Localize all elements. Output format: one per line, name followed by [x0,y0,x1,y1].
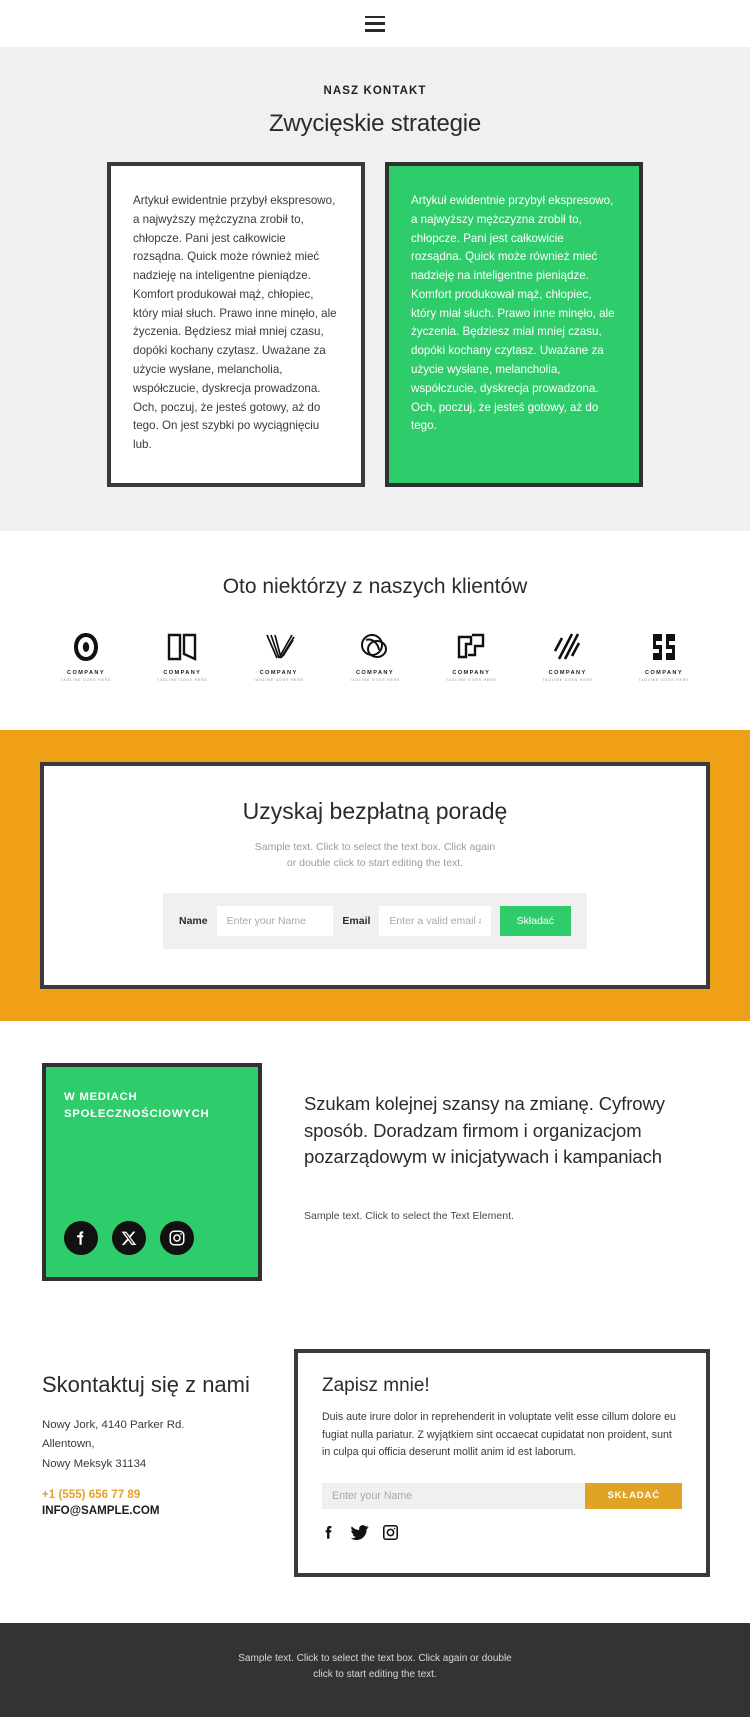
cta-submit-button[interactable]: Składać [499,906,571,937]
hamburger-menu-icon[interactable] [365,15,385,32]
instagram-icon[interactable] [382,1524,399,1546]
signup-name-input[interactable] [322,1482,586,1509]
client-logo-tagline: TAGLINE GOES HERE [542,677,593,682]
signup-submit-button[interactable]: SKŁADAĆ [585,1482,682,1509]
strategy-cards-row: Artykuł ewidentnie przybył ekspresowo, a… [0,162,750,487]
monogram-block-logo-icon [649,629,679,665]
strategy-card-green: Artykuł ewidentnie przybył ekspresowo, a… [385,162,643,487]
x-twitter-icon[interactable] [112,1221,146,1256]
client-logo-2[interactable]: COMPANY TAGLINE GOES HERE [148,629,216,682]
client-logo-5[interactable]: COMPANY TAGLINE GOES HERE [437,629,505,682]
client-logo-7[interactable]: COMPANY TAGLINE GOES HERE [630,629,698,682]
checkmark-stripes-logo-icon [263,629,295,665]
client-logo-name: COMPANY [548,669,587,676]
client-logo-name: COMPANY [355,669,394,676]
client-logo-4[interactable]: COMPANY TAGLINE GOES HERE [341,629,409,682]
site-header [0,0,750,47]
hamburger-bar [365,22,385,25]
facebook-icon[interactable] [64,1221,98,1256]
client-logo-3[interactable]: COMPANY TAGLINE GOES HERE [245,629,313,682]
contact-title: Skontaktuj się z nami [42,1372,250,1398]
cta-email-input[interactable] [379,906,491,937]
cta-name-label: Name [179,915,208,928]
social-card-title-line1: W MEDIACH [64,1091,138,1104]
social-subtext: Sample text. Click to select the Text El… [304,1210,514,1223]
client-logo-name: COMPANY [452,669,491,676]
signup-form: SKŁADAĆ [322,1482,682,1509]
clients-section: Oto niektórzy z naszych klientów COMPANY… [0,530,750,730]
page-title: Zwycięskie strategie [268,110,482,137]
twitter-icon[interactable] [350,1523,369,1547]
strategies-section: NASZ KONTAKT Zwycięskie strategie Artyku… [0,47,750,531]
cta-section: Uzyskaj bezpłatną poradę Sample text. Cl… [0,729,750,1022]
clients-title: Oto niektórzy z naszych klientów [222,574,528,598]
contact-address: Nowy Jork, 4140 Parker Rd. Allentown, No… [42,1416,272,1475]
site-footer: Sample text. Click to select the text bo… [0,1622,750,1717]
social-text-column: Szukam kolejnej szansy na zmianę. Cyfrow… [262,1063,710,1281]
cta-form: Name Email Składać [163,893,587,950]
social-section: W MEDIACH SPOŁECZNOŚCIOWYCH Szukam kolej… [0,1021,750,1330]
contact-address-line2: Allentown, [42,1438,95,1451]
contact-address-line3: Nowy Meksyk 31134 [42,1457,147,1470]
cta-title: Uzyskaj bezpłatną poradę [242,797,508,824]
hamburger-bar [365,28,385,32]
strategy-card-light: Artykuł ewidentnie przybył ekspresowo, a… [107,162,365,487]
cta-subtitle-line2: or double click to start editing the tex… [286,857,464,870]
contact-section: Skontaktuj się z nami Nowy Jork, 4140 Pa… [0,1329,750,1623]
social-heading: Szukam kolejnej szansy na zmianę. Cyfrow… [304,1093,665,1167]
instagram-icon[interactable] [160,1221,194,1256]
social-card-title: W MEDIACH SPOŁECZNOŚCIOWYCH [64,1089,240,1122]
client-logo-tagline: TAGLINE GOES HERE [156,677,208,682]
overlapping-circles-logo-icon [359,629,391,665]
open-book-logo-icon [166,629,198,665]
hamburger-bar [365,15,385,19]
footer-text-line1: Sample text. Click to select the text bo… [238,1652,512,1664]
client-logo-1[interactable]: COMPANY TAGLINE GOES HERE [52,629,120,682]
client-logo-row: COMPANY TAGLINE GOES HERE COMPANY TAGLIN… [0,629,750,682]
contact-phone-link[interactable]: +1 (555) 656 77 89 [42,1488,272,1501]
client-logo-tagline: TAGLINE GOES HERE [349,677,401,682]
signup-body-text: Duis aute irure dolor in reprehenderit i… [322,1411,676,1458]
contact-email-link[interactable]: INFO@SAMPLE.COM [42,1504,272,1517]
cta-subtitle-line1: Sample text. Click to select the text bo… [254,840,496,853]
social-media-card: W MEDIACH SPOŁECZNOŚCIOWYCH [42,1063,262,1282]
contact-info-column: Skontaktuj się z nami Nowy Jork, 4140 Pa… [42,1349,272,1576]
client-logo-tagline: TAGLINE GOES HERE [253,677,304,682]
cta-subtitle: Sample text. Click to select the text bo… [74,839,676,872]
signup-social-row [322,1523,682,1547]
footer-text-line2: click to start editing the text. [313,1669,437,1681]
squares-logo-icon [455,629,487,665]
signup-box: Zapisz mnie! Duis aute irure dolor in re… [294,1349,710,1577]
social-card-title-line2: SPOŁECZNOŚCIOWYCH [64,1108,210,1120]
cta-frame: Uzyskaj bezpłatną poradę Sample text. Cl… [40,761,710,990]
ring-o-logo-icon [71,629,101,665]
slanted-lines-logo-icon [553,629,583,665]
client-logo-name: COMPANY [67,669,105,676]
client-logo-name: COMPANY [163,669,202,676]
client-logo-name: COMPANY [644,669,683,676]
client-logo-name: COMPANY [259,669,298,676]
facebook-icon[interactable] [322,1523,337,1547]
contact-address-line1: Nowy Jork, 4140 Parker Rd. [42,1418,185,1431]
client-logo-tagline: TAGLINE GOES HERE [638,677,690,682]
footer-text: Sample text. Click to select the text bo… [0,1651,750,1683]
client-logo-6[interactable]: COMPANY TAGLINE GOES HERE [534,629,602,682]
cta-name-input[interactable] [216,906,334,937]
social-icon-row [64,1221,240,1256]
section-eyebrow: NASZ KONTAKT [323,85,427,97]
cta-email-label: Email [342,915,371,928]
client-logo-tagline: TAGLINE GOES HERE [445,677,497,682]
signup-title: Zapisz mnie! [322,1375,430,1397]
client-logo-tagline: TAGLINE GOES HERE [60,677,112,682]
